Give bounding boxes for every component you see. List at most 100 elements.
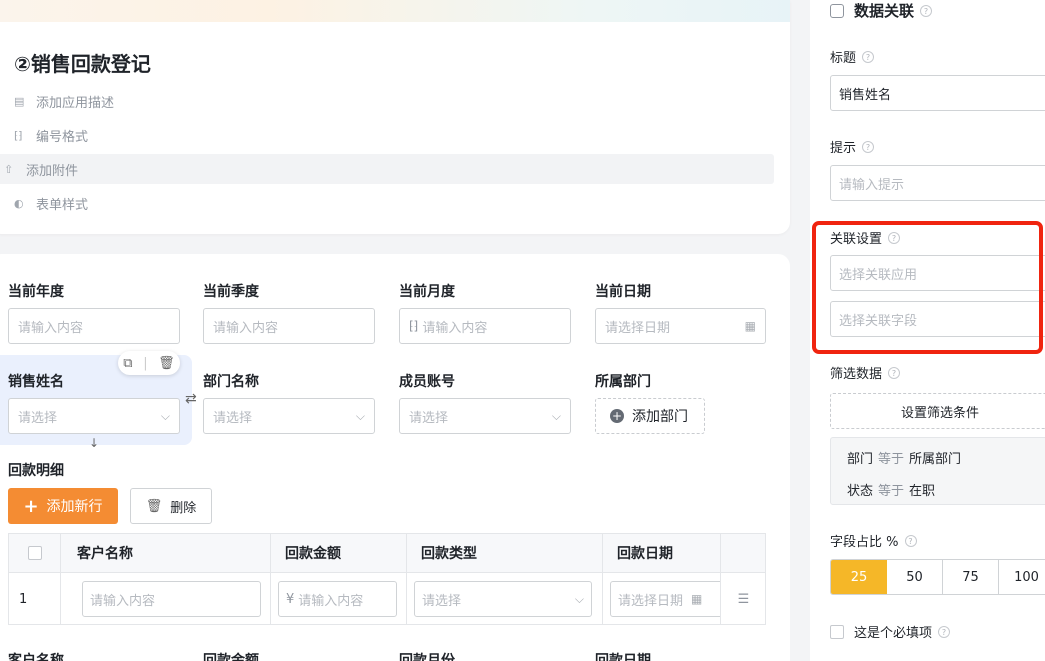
- month-label: 当前月度: [399, 284, 455, 300]
- condition-field: 部门: [847, 452, 874, 467]
- amount-input[interactable]: ¥ 请输入内容: [278, 581, 397, 617]
- swap-icon[interactable]: ⇄: [185, 391, 197, 407]
- subtable-title: 回款明细: [8, 463, 64, 479]
- month-input[interactable]: ⁅⁆ 请输入内容: [399, 308, 571, 344]
- panel-title: 数据关联 ?: [830, 0, 933, 21]
- type-cell: 请选择 ⌵: [407, 573, 603, 625]
- subtable-header: 客户名称 回款金额 回款类型 回款日期: [9, 534, 765, 573]
- column-header: 回款日期: [603, 534, 721, 572]
- filter-conditions[interactable]: 部门 等于 所属部门 状态 等于 在职: [830, 437, 1045, 505]
- dept-name-select[interactable]: 请选择 ⌵: [203, 398, 375, 434]
- help-icon[interactable]: ?: [888, 366, 901, 379]
- date-label: 当前日期: [595, 284, 651, 300]
- dept-name-placeholder: 请选择: [213, 410, 253, 426]
- row-date-input[interactable]: 请选择日期 ▦: [610, 581, 720, 617]
- title-prop-input[interactable]: 销售姓名: [830, 75, 1045, 111]
- add-row-label: 添加新行: [46, 499, 103, 515]
- chevron-down-icon: ⌵: [160, 408, 170, 423]
- chevron-down-icon: ⌵: [355, 408, 365, 423]
- move-down-icon[interactable]: ↓: [89, 436, 99, 450]
- year-input[interactable]: 请输入内容: [8, 308, 180, 344]
- subtable: 客户名称 回款金额 回款类型 回款日期 1 请输入内容 ¥ 请输入内容 请选择 …: [8, 533, 766, 625]
- ratio-option-100[interactable]: 100: [999, 560, 1045, 594]
- bottom-field-label: 回款月份: [399, 653, 455, 661]
- ratio-segmented-control: 25 50 75 100: [830, 559, 1045, 595]
- number-format-icon: ⁅⁆: [14, 128, 23, 142]
- date-placeholder: 请选择日期: [605, 320, 671, 336]
- add-description-label: 添加应用描述: [36, 95, 115, 111]
- amount-cell: ¥ 请输入内容: [271, 573, 407, 625]
- copy-icon[interactable]: ⧉: [123, 356, 132, 371]
- calendar-icon: ▦: [691, 592, 703, 606]
- description-icon: ▤: [14, 94, 25, 108]
- add-dept-label: 添加部门: [632, 409, 688, 425]
- header-banner: [0, 0, 790, 22]
- add-attachment-item[interactable]: ⇧ 添加附件: [0, 154, 774, 184]
- type-placeholder: 请选择: [422, 593, 462, 609]
- upload-icon: ⇧: [4, 162, 14, 176]
- hint-prop-label: 提示?: [830, 137, 875, 156]
- quarter-input[interactable]: 请输入内容: [203, 308, 375, 344]
- ratio-option-25[interactable]: 25: [831, 560, 887, 594]
- date-input[interactable]: 请选择日期 ▦: [595, 308, 766, 344]
- condition-value: 所属部门: [909, 452, 962, 467]
- row-detail-icon[interactable]: ☰: [721, 573, 766, 625]
- form-style-label: 表单样式: [36, 197, 89, 213]
- currency-prefix: ¥: [286, 591, 295, 607]
- year-label: 当前年度: [8, 284, 64, 300]
- hint-placeholder: 请输入提示: [839, 177, 905, 193]
- column-header: 客户名称: [61, 534, 271, 572]
- data-link-icon: [830, 3, 844, 18]
- sales-name-placeholder: 请选择: [18, 410, 58, 426]
- condition-value: 在职: [909, 484, 936, 499]
- help-icon[interactable]: ?: [920, 4, 933, 17]
- number-format-label: 编号格式: [36, 129, 89, 145]
- toolbar-divider: |: [143, 355, 148, 371]
- required-label: 这是个必填项: [854, 626, 933, 641]
- month-placeholder: 请输入内容: [422, 320, 488, 336]
- customer-input[interactable]: 请输入内容: [82, 581, 261, 617]
- delete-row-label: 删除: [170, 500, 197, 516]
- customer-placeholder: 请输入内容: [90, 593, 156, 609]
- ratio-option-50[interactable]: 50: [887, 560, 943, 594]
- chevron-down-icon: ⌵: [574, 591, 584, 606]
- row-index: 1: [9, 573, 61, 625]
- help-icon[interactable]: ?: [938, 625, 951, 638]
- highlight-annotation-box: [812, 221, 1043, 354]
- ratio-label-text: 字段占比 %: [830, 535, 899, 550]
- account-select[interactable]: 请选择 ⌵: [399, 398, 571, 434]
- hint-prop-input[interactable]: 请输入提示: [830, 165, 1045, 201]
- header-checkbox-cell: [9, 534, 61, 572]
- condition-operator: 等于: [878, 484, 905, 499]
- field-toolbar: ⧉ | 🗑: [118, 351, 180, 375]
- help-icon[interactable]: ?: [862, 50, 875, 63]
- add-description-item[interactable]: ▤ 添加应用描述: [14, 86, 784, 116]
- form-title[interactable]: ②销售回款登记: [14, 48, 151, 77]
- customer-cell: 请输入内容: [61, 573, 271, 625]
- delete-icon[interactable]: 🗑: [158, 356, 175, 371]
- required-checkbox[interactable]: [830, 624, 844, 639]
- column-header: 回款类型: [407, 534, 603, 572]
- set-filter-button[interactable]: 设置筛选条件: [830, 393, 1045, 429]
- help-icon[interactable]: ?: [862, 140, 875, 153]
- help-icon[interactable]: ?: [904, 534, 917, 547]
- calendar-icon: ▦: [744, 319, 756, 333]
- sales-name-select[interactable]: 请选择 ⌵: [8, 398, 180, 434]
- required-option[interactable]: 这是个必填项 ?: [830, 622, 951, 641]
- filter-data-label: 筛选数据?: [830, 363, 901, 382]
- account-placeholder: 请选择: [409, 410, 449, 426]
- ratio-option-75[interactable]: 75: [943, 560, 999, 594]
- row-date-placeholder: 请选择日期: [618, 593, 684, 609]
- panel-title-text: 数据关联: [854, 2, 915, 20]
- title-prop-value: 销售姓名: [839, 87, 892, 103]
- chevron-down-icon: ⌵: [551, 408, 561, 423]
- trash-icon: 🗑: [145, 498, 163, 514]
- add-dept-button[interactable]: + 添加部门: [595, 398, 705, 434]
- number-format-item[interactable]: ⁅⁆ 编号格式: [14, 120, 784, 150]
- select-all-checkbox[interactable]: [27, 546, 42, 560]
- form-style-item[interactable]: ◐ 表单样式: [14, 188, 784, 218]
- add-row-button[interactable]: + 添加新行: [8, 488, 118, 524]
- type-select[interactable]: 请选择 ⌵: [414, 581, 592, 617]
- delete-row-button[interactable]: 🗑 删除: [130, 488, 212, 524]
- dept-name-label: 部门名称: [203, 374, 259, 390]
